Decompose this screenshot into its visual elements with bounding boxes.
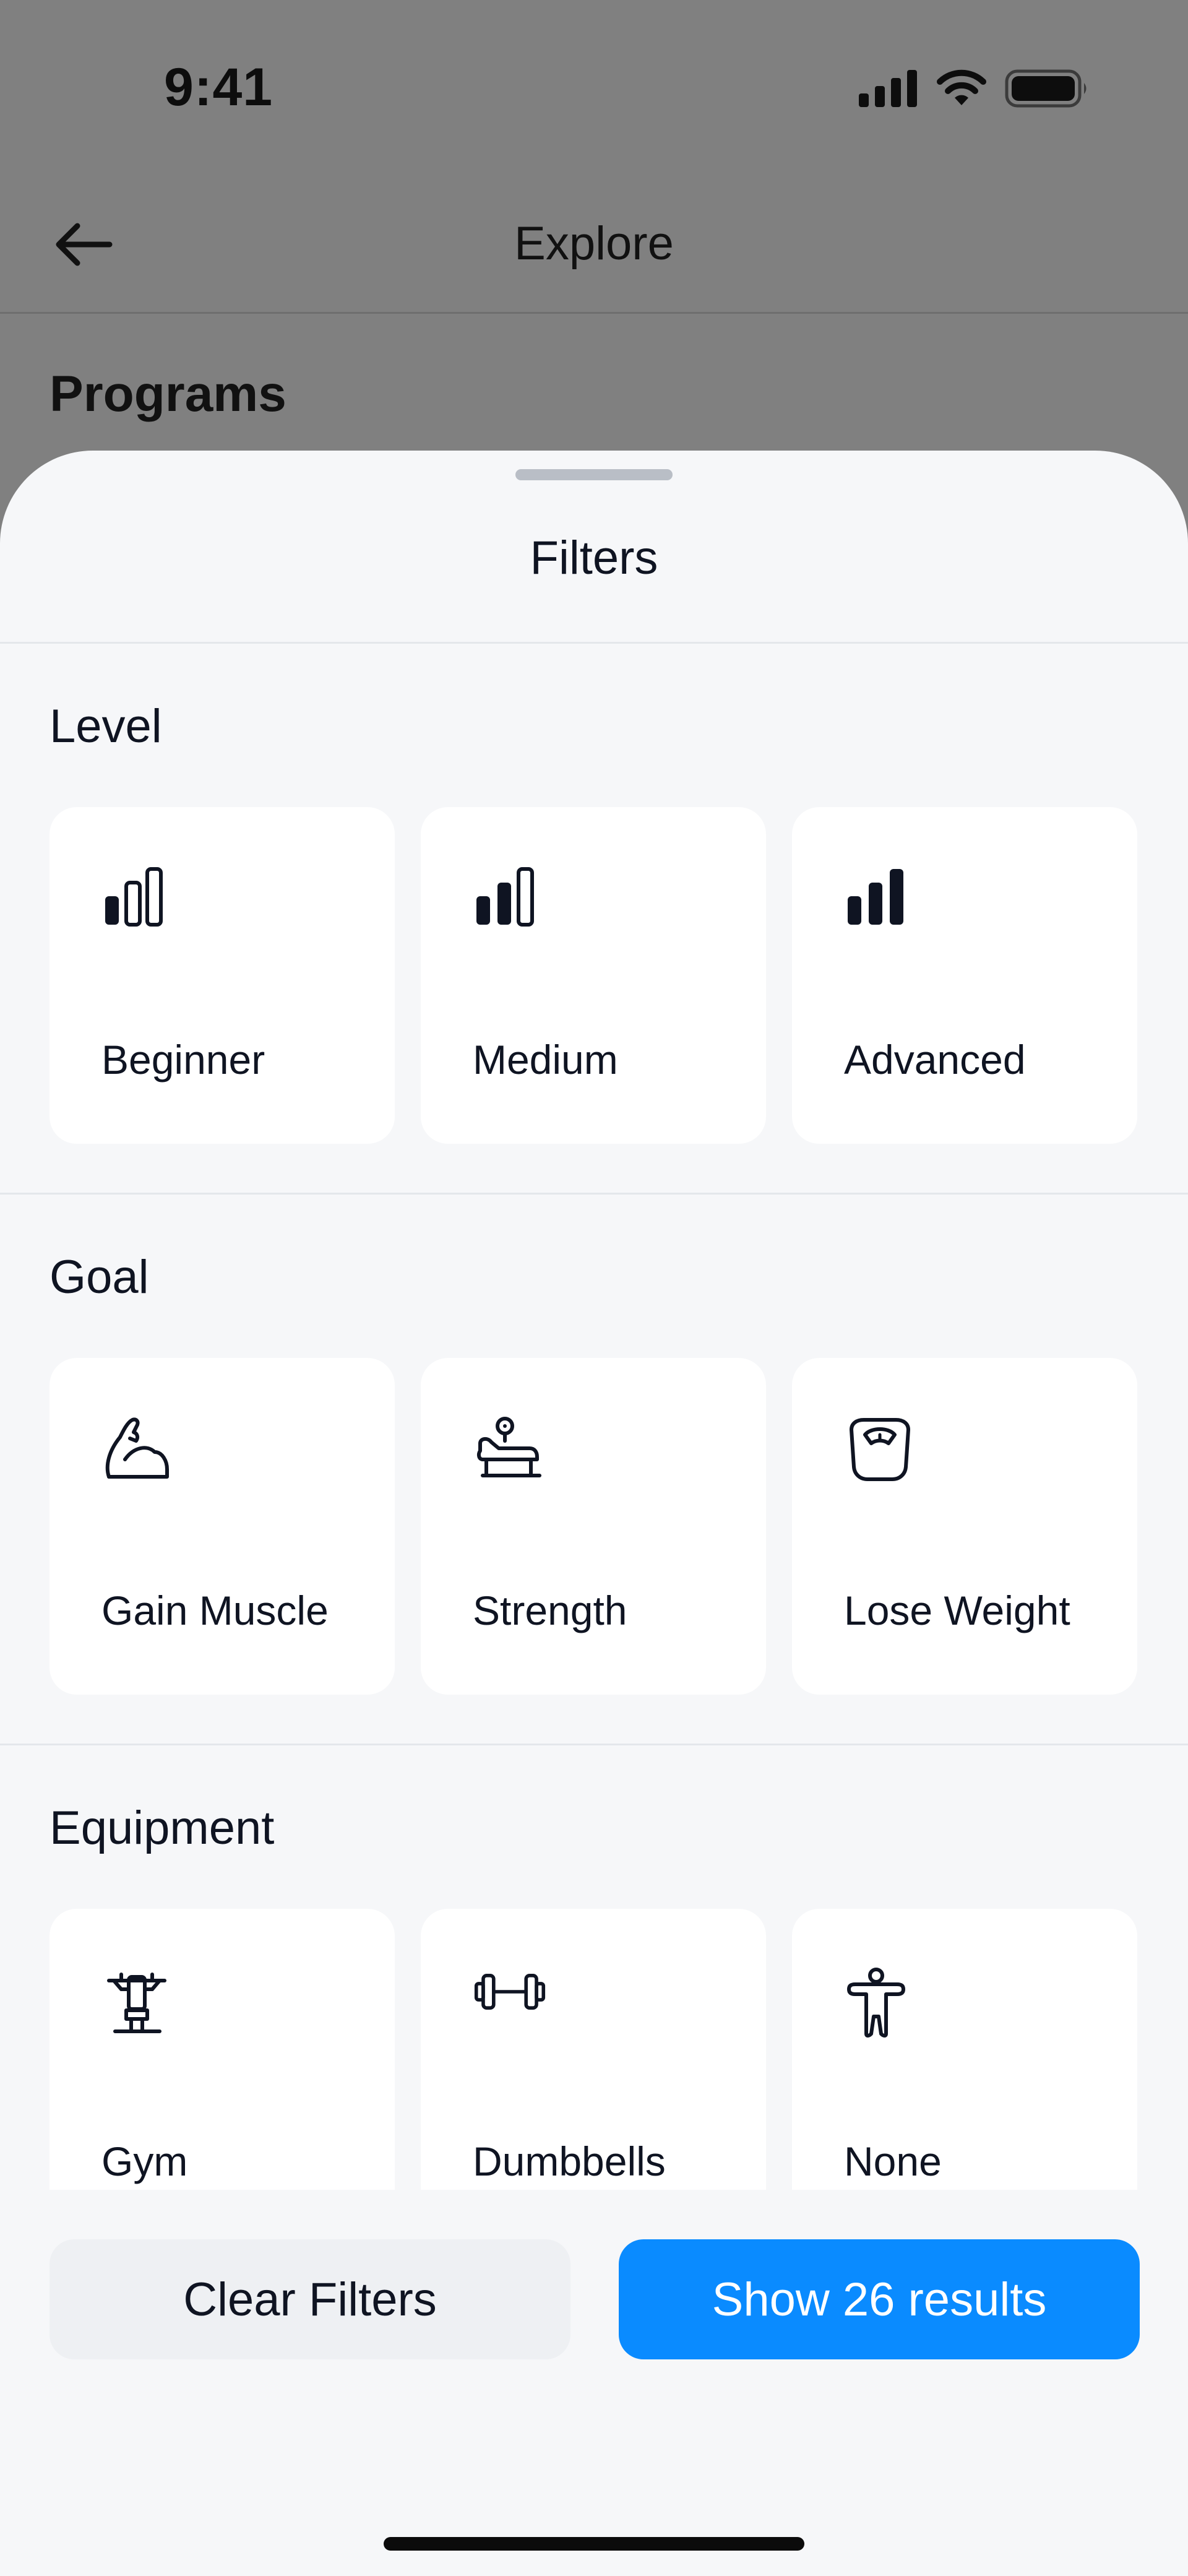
cellular-signal-icon (859, 70, 917, 107)
show-results-button[interactable]: Show 26 results (619, 2239, 1140, 2359)
filter-option-beginner[interactable]: Beginner (50, 807, 395, 1144)
filter-option-label: Gym (101, 2138, 188, 2184)
filter-option-label: Gain Muscle (101, 1588, 329, 1633)
filter-option-gain-muscle[interactable]: Gain Muscle (50, 1358, 395, 1695)
filter-option-label: Advanced (844, 1037, 1026, 1083)
filter-option-label: Lose Weight (844, 1588, 1070, 1633)
flexed-bicep-icon (105, 1417, 169, 1479)
sheet-actions: Clear Filters Show 26 results (0, 2190, 1188, 2576)
bench-press-icon (476, 1417, 541, 1477)
signal-level-3-icon (848, 869, 903, 925)
scale-icon (850, 1418, 910, 1481)
signal-level-2-icon (476, 867, 534, 927)
filter-option-dumbbells[interactable]: Dumbbells (421, 1909, 766, 2190)
filter-option-label: None (844, 2138, 942, 2184)
navigation-bar: Explore (0, 173, 1188, 314)
wifi-icon (937, 69, 986, 105)
filter-option-label: Strength (473, 1588, 627, 1633)
filter-group-goal: Goal Gain Muscle Strength Lose Weight (0, 1195, 1188, 1745)
filters-scroll-area[interactable]: Level Beginner Medium Advanced Goal Gain… (0, 644, 1188, 2190)
programs-section-title: Programs (50, 366, 286, 422)
filter-option-advanced[interactable]: Advanced (792, 807, 1137, 1144)
filter-option-medium[interactable]: Medium (421, 807, 766, 1144)
status-bar: 9:41 (0, 0, 1188, 173)
filter-option-none[interactable]: None (792, 1909, 1137, 2190)
filter-option-label: Dumbbells (473, 2138, 666, 2184)
filter-option-label: Medium (473, 1037, 618, 1083)
filters-sheet: Filters Level Beginner Medium Advanced G… (0, 451, 1188, 2576)
signal-level-1-icon (105, 867, 163, 927)
person-icon (847, 1968, 905, 2038)
battery-icon (1005, 69, 1087, 108)
clear-filters-button[interactable]: Clear Filters (50, 2239, 570, 2359)
home-indicator (384, 2537, 804, 2551)
filter-group-equipment: Equipment Gym Dumbbells None (0, 1745, 1188, 2190)
sheet-grabber[interactable] (515, 469, 673, 480)
filter-group-title: Level (50, 700, 162, 753)
sheet-title: Filters (530, 532, 658, 584)
status-icons (859, 69, 1089, 108)
filter-option-lose-weight[interactable]: Lose Weight (792, 1358, 1137, 1695)
page-title: Explore (514, 217, 674, 270)
status-time: 9:41 (164, 58, 273, 117)
filter-option-gym[interactable]: Gym (50, 1909, 395, 2190)
filter-option-label: Beginner (101, 1037, 265, 1083)
filter-group-title: Equipment (50, 1802, 275, 1854)
filter-group-level: Level Beginner Medium Advanced (0, 644, 1188, 1195)
filter-option-strength[interactable]: Strength (421, 1358, 766, 1695)
gym-machine-icon (107, 1973, 166, 2033)
dumbbell-icon (474, 1974, 546, 2010)
filter-group-title: Goal (50, 1251, 149, 1303)
